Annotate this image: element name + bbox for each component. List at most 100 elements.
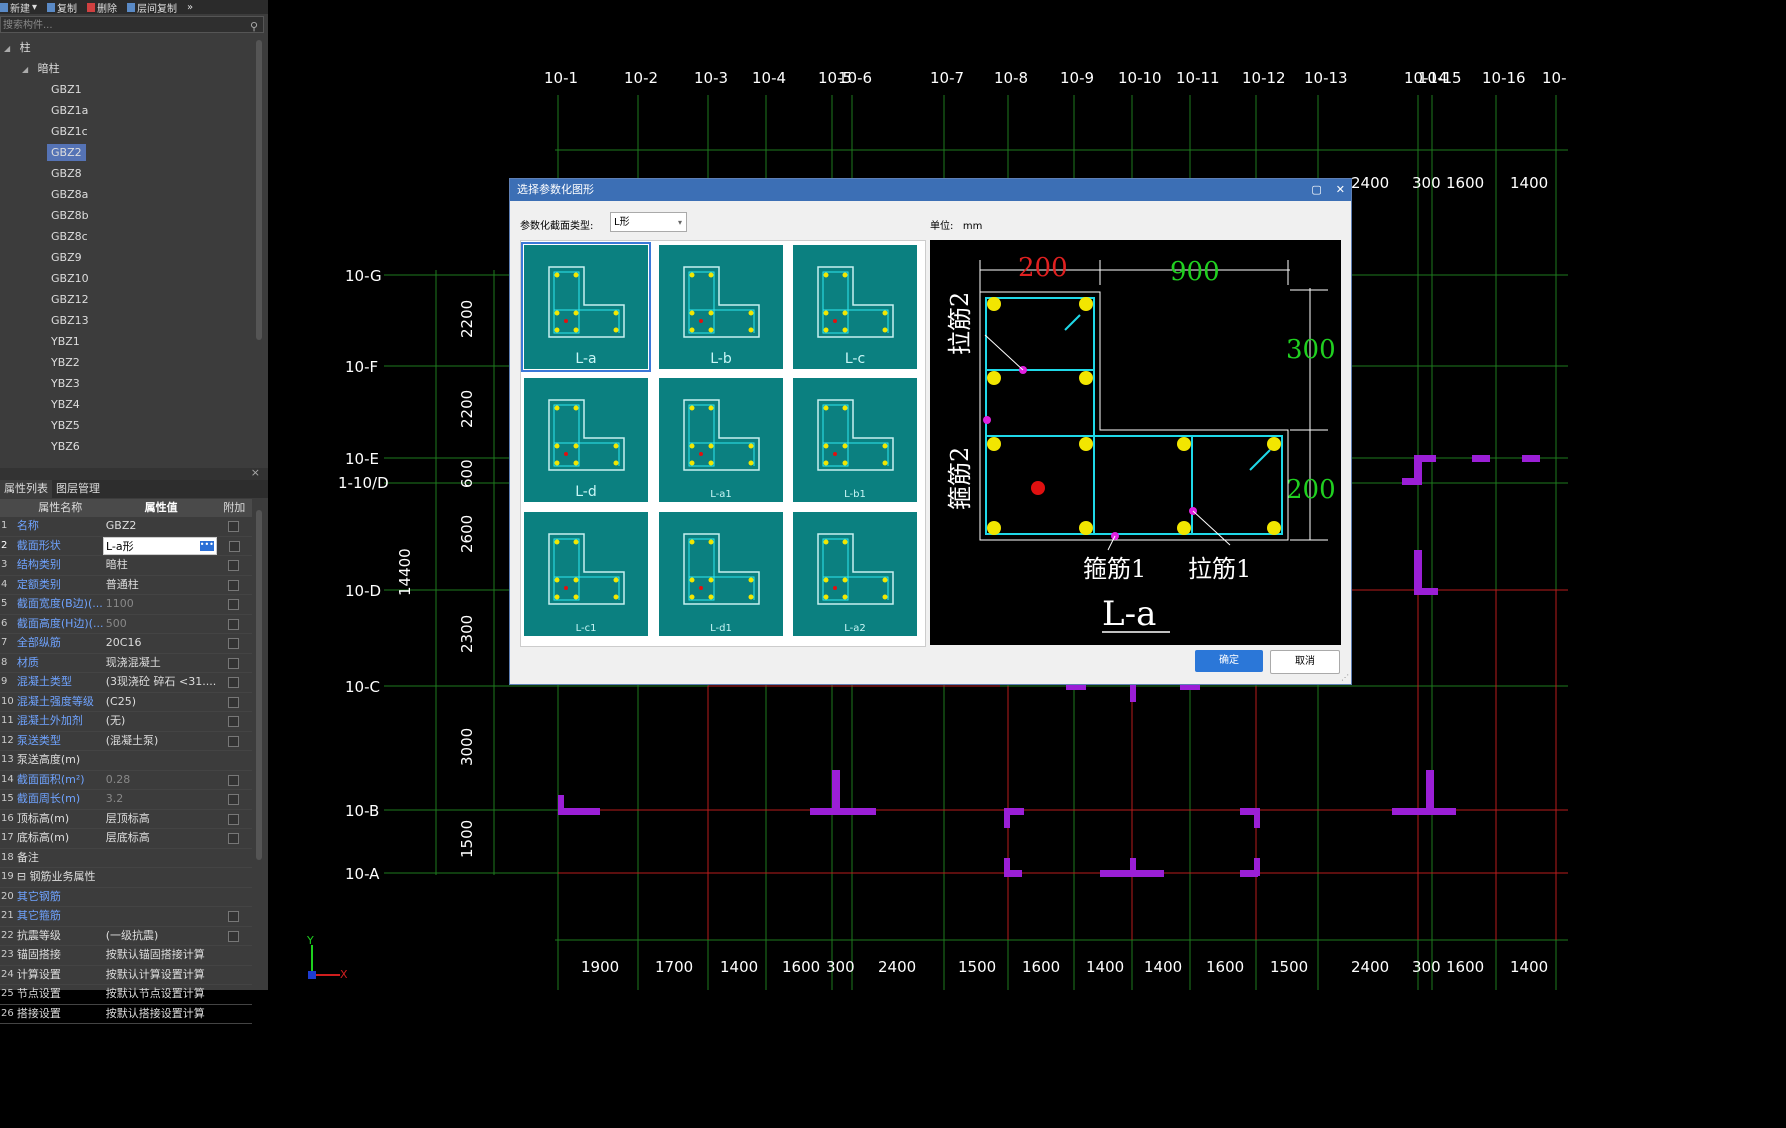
close-icon[interactable]: ×: [251, 466, 260, 479]
wall-segment[interactable]: [1130, 858, 1136, 876]
attach-checkbox[interactable]: [228, 774, 240, 786]
property-value[interactable]: (混凝土泵): [104, 732, 217, 751]
property-value[interactable]: 1100: [104, 595, 217, 614]
property-value[interactable]: (C25): [104, 693, 217, 712]
search-input[interactable]: 搜索构件... ⚲: [0, 16, 264, 33]
shape-thumbnail-l-c1[interactable]: L-c1: [524, 512, 648, 636]
wall-segment[interactable]: [1402, 478, 1422, 485]
tree-item[interactable]: GBZ1: [0, 79, 262, 100]
tree-item[interactable]: YBZ5: [0, 415, 262, 436]
property-value[interactable]: 按默认锚固搭接计算: [104, 946, 217, 965]
wall-segment[interactable]: [1472, 455, 1490, 462]
wall-segment[interactable]: [1254, 858, 1260, 876]
shape-thumbnail-l-b[interactable]: L-b: [659, 245, 783, 369]
property-value[interactable]: 20C16: [104, 634, 217, 653]
property-row[interactable]: 5 截面宽度(B边)(... 1100: [0, 595, 252, 615]
property-value[interactable]: [104, 868, 217, 887]
properties-scrollbar[interactable]: [256, 510, 262, 860]
tree-item[interactable]: YBZ3: [0, 373, 262, 394]
tree-item[interactable]: GBZ1a: [0, 100, 262, 121]
wall-segment[interactable]: [1414, 588, 1438, 595]
property-value[interactable]: [104, 849, 217, 868]
wall-segment[interactable]: [1416, 455, 1436, 462]
property-value[interactable]: 层底标高: [104, 829, 217, 848]
shape-thumbnail-l-a[interactable]: L-a: [521, 242, 651, 372]
wall-segment[interactable]: [1254, 808, 1260, 828]
wall-segment[interactable]: [1426, 770, 1434, 810]
property-value[interactable]: [104, 907, 217, 926]
tree-item[interactable]: GBZ1c: [0, 121, 262, 142]
wall-segment[interactable]: [1130, 682, 1136, 702]
delete-button[interactable]: 删除: [87, 0, 117, 14]
maximize-icon[interactable]: ▢: [1311, 179, 1321, 201]
property-row[interactable]: 3 结构类别 暗柱: [0, 556, 252, 576]
property-row[interactable]: 11 混凝土外加剂 (无): [0, 712, 252, 732]
property-row[interactable]: 8 材质 现浇混凝土: [0, 654, 252, 673]
tree-item[interactable]: GBZ8: [0, 163, 262, 184]
attach-checkbox[interactable]: [228, 794, 240, 805]
wall-segment[interactable]: [1392, 808, 1456, 815]
property-value[interactable]: 按默认计算设置计算: [104, 966, 217, 985]
close-icon[interactable]: ✕: [1336, 179, 1345, 201]
property-row[interactable]: 7 全部纵筋 20C16: [0, 634, 252, 654]
wall-segment[interactable]: [810, 808, 876, 815]
shape-thumbnail-l-a2[interactable]: L-a2: [793, 512, 917, 636]
property-row[interactable]: 2 截面形状 L-a形 •••: [0, 536, 252, 556]
tree-item[interactable]: YBZ1: [0, 331, 262, 352]
attach-checkbox[interactable]: [228, 930, 240, 942]
wall-segment[interactable]: [1004, 870, 1022, 877]
property-value[interactable]: 暗柱: [104, 556, 217, 575]
shape-thumbnail-l-c[interactable]: L-c: [793, 245, 917, 369]
new-button[interactable]: 新建 ▾: [0, 0, 37, 14]
property-row[interactable]: 22 抗震等级 (一级抗震): [0, 927, 252, 946]
property-value[interactable]: GBZ2: [104, 517, 217, 536]
tree-node-root[interactable]: ◢ 柱: [0, 37, 262, 58]
ellipsis-button[interactable]: •••: [199, 540, 214, 551]
tree-item[interactable]: GBZ8b: [0, 205, 262, 226]
tree-item[interactable]: GBZ8c: [0, 226, 262, 247]
attach-checkbox[interactable]: [228, 579, 240, 591]
dialog-titlebar[interactable]: 选择参数化图形 ▢ ✕: [510, 179, 1351, 201]
property-value[interactable]: [104, 751, 217, 770]
expand-icon[interactable]: ◢: [22, 65, 28, 74]
property-row[interactable]: 17 底标高(m) 层底标高: [0, 829, 252, 849]
tree-item[interactable]: YBZ4: [0, 394, 262, 415]
property-row[interactable]: 12 泵送类型 (混凝土泵): [0, 732, 252, 751]
property-row[interactable]: 20 其它钢筋: [0, 888, 252, 907]
property-row[interactable]: 14 截面面积(m²) 0.28: [0, 771, 252, 790]
attach-checkbox[interactable]: [228, 677, 240, 688]
attach-checkbox[interactable]: [228, 618, 240, 630]
wall-segment[interactable]: [558, 808, 600, 815]
property-row[interactable]: 24 计算设置 按默认计算设置计算: [0, 966, 252, 985]
tree-item[interactable]: GBZ13: [0, 310, 262, 331]
property-value[interactable]: 按默认搭接设置计算: [104, 1005, 217, 1024]
panel-splitter[interactable]: ×: [0, 466, 268, 480]
attach-checkbox[interactable]: [228, 813, 240, 825]
attach-checkbox[interactable]: [228, 521, 240, 532]
property-row[interactable]: 10 混凝土强度等级 (C25): [0, 693, 252, 712]
cancel-button[interactable]: 取消: [1270, 650, 1340, 674]
property-row[interactable]: 6 截面高度(H边)(... 500: [0, 615, 252, 634]
wall-segment[interactable]: [1414, 550, 1422, 590]
tab-properties[interactable]: 属性列表: [0, 480, 52, 498]
property-row[interactable]: 19 ⊟ 钢筋业务属性: [0, 868, 252, 888]
tree-item[interactable]: GBZ12: [0, 289, 262, 310]
attach-checkbox[interactable]: [228, 540, 240, 552]
shape-thumbnail-l-d1[interactable]: L-d1: [659, 512, 783, 636]
property-row[interactable]: 9 混凝土类型 (3现浇砼 碎石 <31....: [0, 673, 252, 693]
attach-checkbox[interactable]: [228, 735, 240, 747]
shape-thumbnail-l-d[interactable]: L-d: [524, 378, 648, 502]
attach-checkbox[interactable]: [228, 599, 240, 610]
search-icon[interactable]: ⚲: [250, 18, 258, 35]
property-row[interactable]: 15 截面周长(m) 3.2: [0, 790, 252, 810]
expand-icon[interactable]: ◢: [4, 44, 10, 53]
property-value[interactable]: L-a形 •••: [102, 536, 217, 555]
property-row[interactable]: 13 泵送高度(m): [0, 751, 252, 771]
wall-segment[interactable]: [832, 770, 840, 810]
tab-layers[interactable]: 图层管理: [52, 480, 104, 498]
attach-checkbox[interactable]: [228, 833, 240, 844]
attach-checkbox[interactable]: [228, 911, 240, 922]
property-value[interactable]: (一级抗震): [104, 927, 217, 946]
tree-node-group[interactable]: ◢ 暗柱: [0, 58, 262, 79]
property-row[interactable]: 1 名称 GBZ2: [0, 517, 252, 537]
